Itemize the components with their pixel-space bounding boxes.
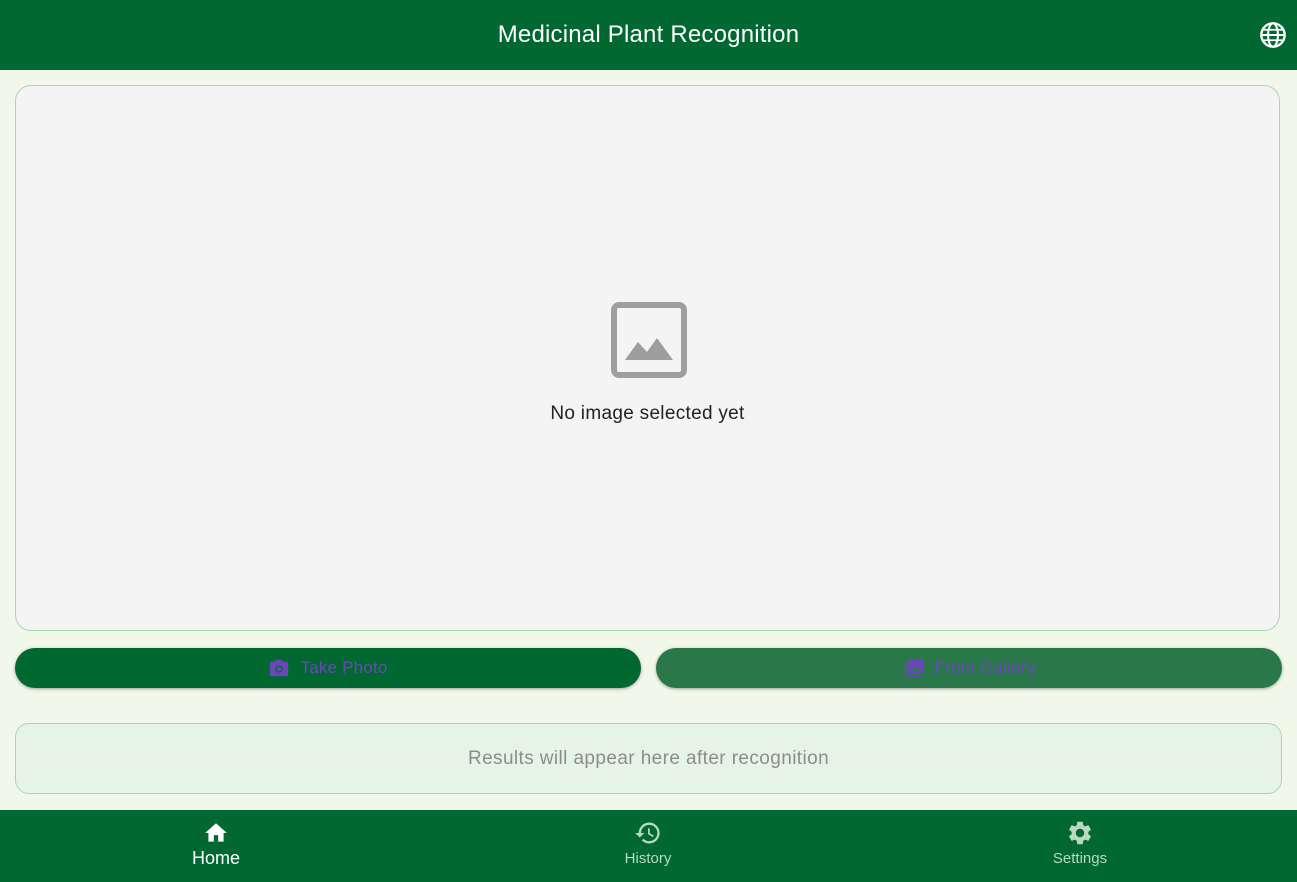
take-photo-label: Take Photo xyxy=(300,658,388,677)
image-placeholder-icon xyxy=(611,302,687,378)
gear-icon xyxy=(1066,819,1094,847)
home-icon xyxy=(202,819,230,847)
image-preview-card: No image selected yet xyxy=(15,85,1280,631)
page-title: Medicinal Plant Recognition xyxy=(497,21,800,48)
globe-icon xyxy=(1260,22,1286,48)
app-bar: Medicinal Plant Recognition xyxy=(0,0,1297,70)
history-icon xyxy=(634,819,662,847)
from-gallery-button[interactable]: From Gallery xyxy=(656,648,1282,688)
nav-label-home: Home xyxy=(191,848,240,868)
photo-library-icon xyxy=(903,657,925,679)
nav-item-history[interactable]: History xyxy=(548,810,748,882)
nav-label-history: History xyxy=(624,850,672,867)
camera-icon xyxy=(268,657,290,679)
from-gallery-label: From Gallery xyxy=(934,658,1036,677)
results-card: Results will appear here after recogniti… xyxy=(15,723,1282,794)
results-placeholder: Results will appear here after recogniti… xyxy=(467,747,830,769)
nav-item-home[interactable]: Home xyxy=(116,810,316,882)
take-photo-button[interactable]: Take Photo xyxy=(15,648,641,688)
nav-label-settings: Settings xyxy=(1052,850,1108,867)
language-button[interactable] xyxy=(1259,21,1287,49)
bottom-navigation: Home History Settings xyxy=(0,810,1297,882)
nav-item-settings[interactable]: Settings xyxy=(980,810,1180,882)
no-image-message: No image selected yet xyxy=(550,403,745,424)
